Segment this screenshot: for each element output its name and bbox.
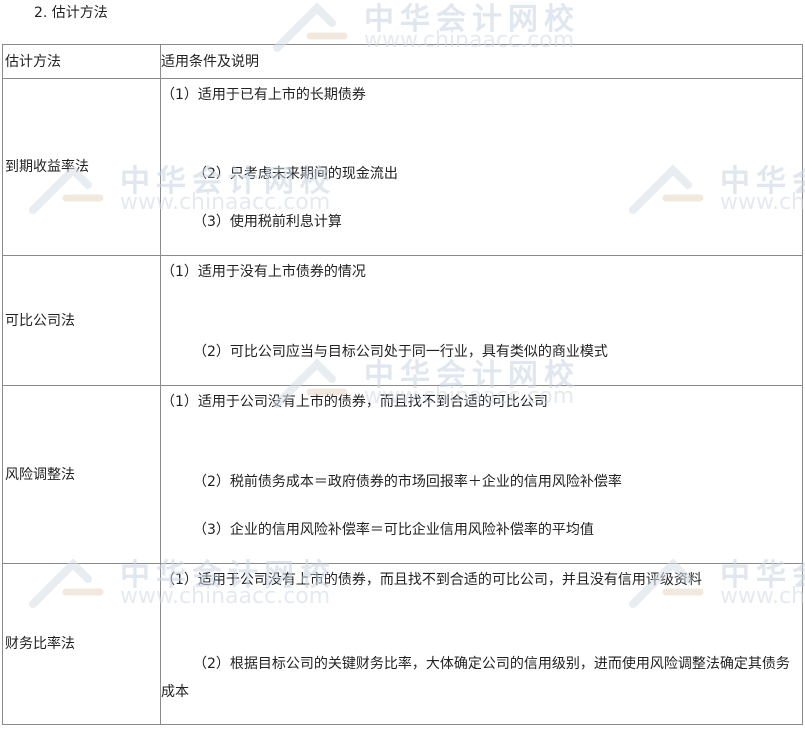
- method-financial-ratio: 财务比率法: [2, 563, 161, 725]
- section-heading: 2. 估计方法: [34, 5, 108, 21]
- table-row: 风险调整法 （1）适用于公司没有上市的债券，而且找不到合适的可比公司 （2）税前…: [2, 385, 803, 564]
- conditions-comparable: （1）适用于没有上市债券的情况 （2）可比公司应当与目标公司处于同一行业，具有类…: [160, 255, 803, 386]
- condition-item: （2）只考虑未来期间的现金流出: [193, 166, 398, 182]
- condition-item: （1）适用于公司没有上市的债券，而且找不到合适的可比公司: [161, 394, 548, 410]
- condition-item: （2）根据目标公司的关键财务比率，大体确定公司的信用级别，进而使用风险调整法确定…: [161, 656, 790, 700]
- condition-item: （2）可比公司应当与目标公司处于同一行业，具有类似的商业模式: [193, 344, 608, 360]
- method-comparable: 可比公司法: [2, 255, 161, 386]
- method-ytm: 到期收益率法: [2, 78, 161, 256]
- table-row: 可比公司法 （1）适用于没有上市债券的情况 （2）可比公司应当与目标公司处于同一…: [2, 255, 803, 386]
- header-conditions: 适用条件及说明: [160, 44, 803, 79]
- conditions-financial-ratio: （1）适用于公司没有上市的债券，而且找不到合适的可比公司，并且没有信用评级资料 …: [160, 563, 803, 725]
- condition-item: （1）适用于公司没有上市的债券，而且找不到合适的可比公司，并且没有信用评级资料: [161, 572, 702, 588]
- condition-item: （2）税前债务成本＝政府债券的市场回报率＋企业的信用风险补偿率: [193, 474, 622, 490]
- table-row: 到期收益率法 （1）适用于已有上市的长期债券 （2）只考虑未来期间的现金流出 （…: [2, 78, 803, 256]
- conditions-risk-adjusted: （1）适用于公司没有上市的债券，而且找不到合适的可比公司 （2）税前债务成本＝政…: [160, 385, 803, 564]
- header-method: 估计方法: [2, 44, 161, 79]
- table-row: 财务比率法 （1）适用于公司没有上市的债券，而且找不到合适的可比公司，并且没有信…: [2, 563, 803, 725]
- condition-item: （1）适用于已有上市的长期债券: [161, 87, 366, 103]
- method-risk-adjusted: 风险调整法: [2, 385, 161, 564]
- condition-item: （1）适用于没有上市债券的情况: [161, 264, 366, 280]
- estimation-methods-table: 估计方法 适用条件及说明 到期收益率法 （1）适用于已有上市的长期债券 （2）只…: [2, 44, 803, 725]
- condition-item: （3）使用税前利息计算: [193, 214, 342, 230]
- conditions-ytm: （1）适用于已有上市的长期债券 （2）只考虑未来期间的现金流出 （3）使用税前利…: [160, 78, 803, 256]
- condition-item: （3）企业的信用风险补偿率＝可比企业信用风险补偿率的平均值: [193, 522, 594, 538]
- table-header-row: 估计方法 适用条件及说明: [2, 44, 803, 79]
